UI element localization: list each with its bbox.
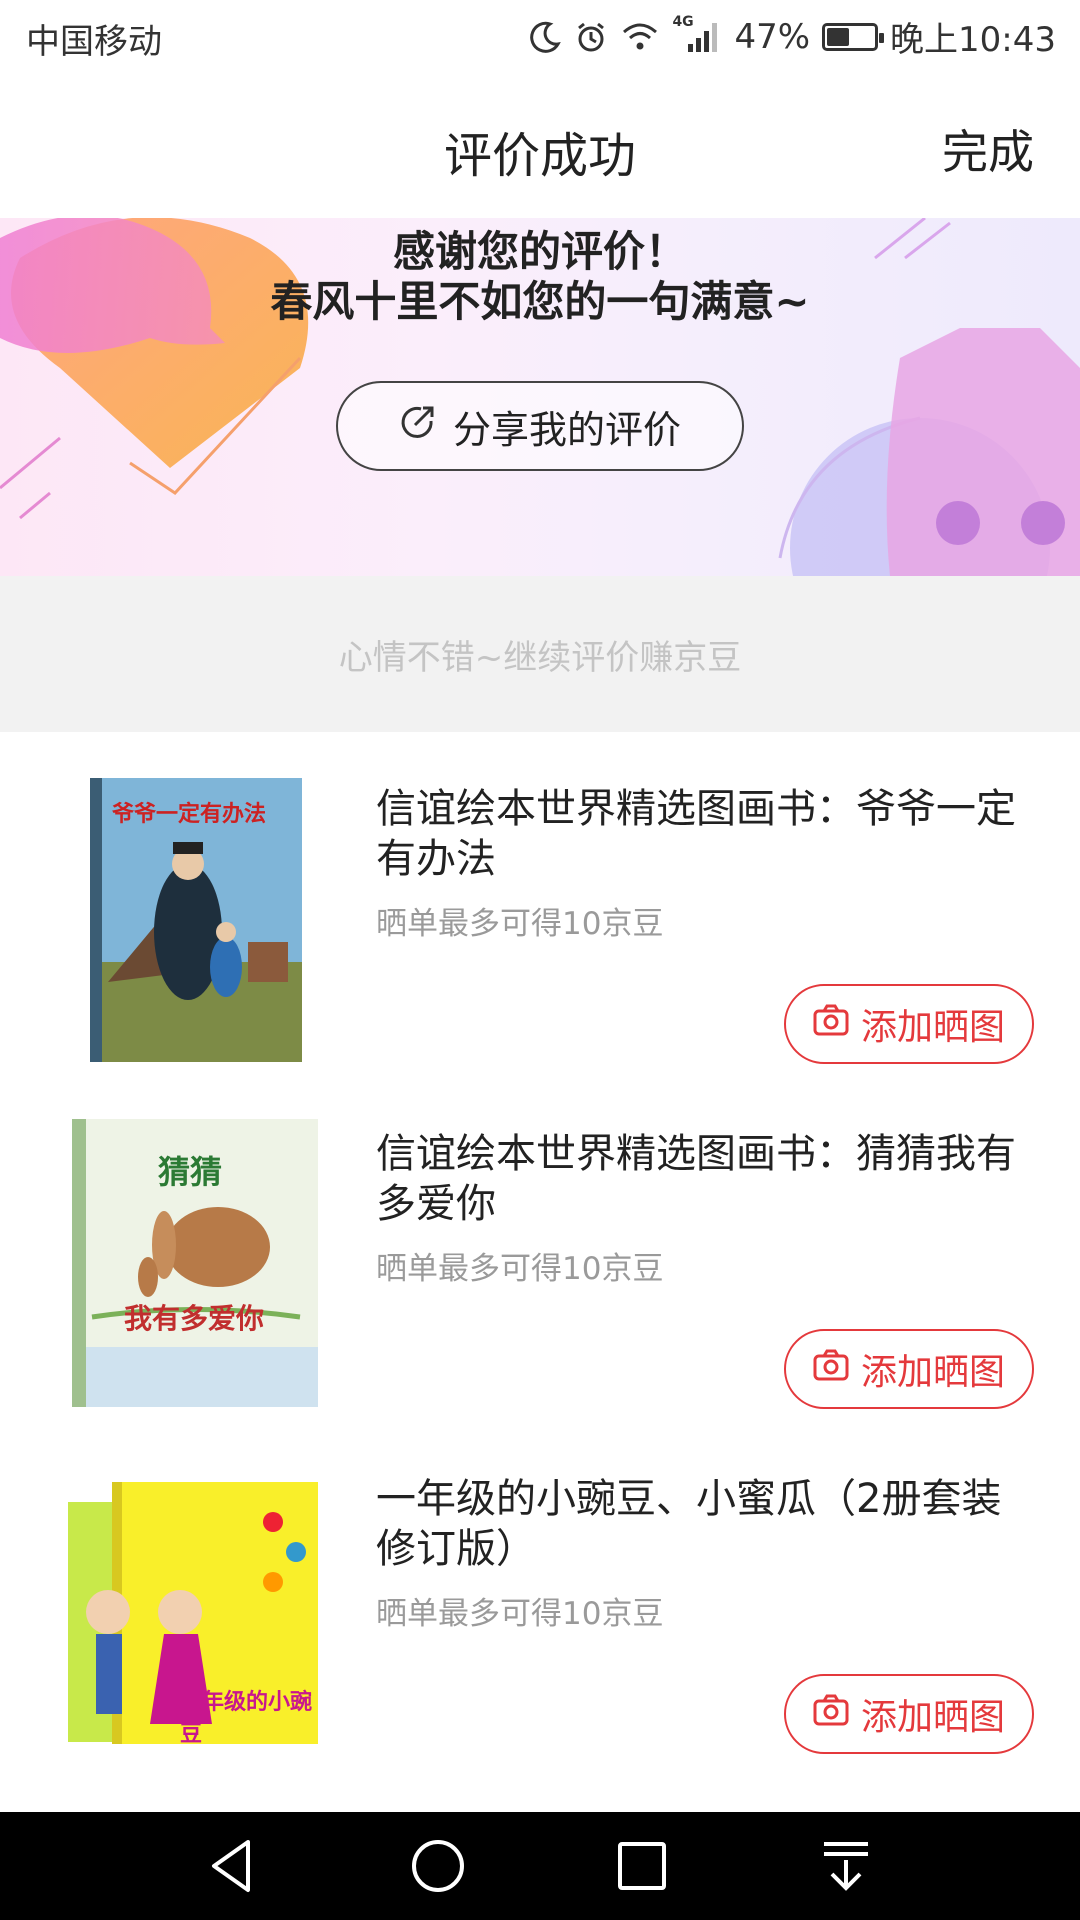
add-photo-button[interactable]: 添加晒图: [784, 1329, 1034, 1409]
add-photo-button[interactable]: 添加晒图: [784, 1674, 1034, 1754]
product-item: 爷爷一定有办法 信谊绘本世界精选图画书：爷爷一定有办法 晒单最多可得10京豆 添…: [0, 732, 1080, 1077]
product-item: 猜猜 我有多爱你 信谊绘本世界精选图画书：猜猜我有多爱你 晒单最多可得10京豆 …: [0, 1077, 1080, 1422]
battery-icon: [822, 22, 885, 51]
navigation-bar: 评价成功 完成: [0, 76, 1080, 218]
book-cover-title: 猜猜: [158, 1153, 223, 1191]
camera-icon: [813, 1004, 849, 1045]
status-bar: 中国移动 4G 47% 晚上10:43: [0, 0, 1080, 76]
reward-hint: 晒单最多可得10京豆: [376, 1596, 664, 1632]
battery-percent: 47%: [734, 16, 811, 57]
notification-pulldown-icon[interactable]: [814, 1834, 878, 1898]
alarm-icon: [574, 20, 608, 54]
book-cover-subtitle: 我有多爱你: [124, 1302, 265, 1335]
continue-review-prompt: 心情不错~继续评价赚京豆: [0, 576, 1080, 732]
carrier-name: 中国移动: [26, 22, 162, 62]
battery-fill: [827, 27, 850, 46]
book-cover-title: 爷爷一定有办法: [112, 802, 267, 827]
product-item: 一年级的小豌豆 一年级的小豌豆、小蜜瓜（2册套装 修订版） 晒单最多可得10京豆…: [0, 1422, 1080, 1767]
recent-apps-icon[interactable]: [610, 1834, 674, 1898]
system-navigation-bar: [0, 1812, 1080, 1920]
add-photo-button[interactable]: 添加晒图: [784, 984, 1034, 1064]
cellular-signal-icon: 4G: [672, 14, 722, 54]
add-photo-label: 添加晒图: [860, 1697, 1005, 1738]
clock: 晚上10:43: [890, 20, 1056, 60]
wifi-icon: [620, 20, 660, 54]
book-cover-title: 一年级的小豌豆: [180, 1690, 313, 1747]
share-review-button[interactable]: 分享我的评价: [336, 381, 744, 471]
product-title[interactable]: 信谊绘本世界精选图画书：猜猜我有多爱你: [376, 1129, 1036, 1229]
thanks-subheading: 春风十里不如您的一句满意~: [270, 277, 810, 326]
status-icons: 4G 47% 晚上10:43: [528, 12, 1056, 61]
camera-icon: [813, 1694, 849, 1735]
product-title[interactable]: 信谊绘本世界精选图画书：爷爷一定有办法: [376, 784, 1036, 884]
share-review-label: 分享我的评价: [452, 407, 681, 452]
home-icon[interactable]: [406, 1834, 470, 1898]
product-title[interactable]: 一年级的小豌豆、小蜜瓜（2册套装 修订版）: [376, 1474, 1036, 1574]
thanks-banner: 感谢您的评价！ 春风十里不如您的一句满意~ 分享我的评价: [0, 218, 1080, 576]
add-photo-label: 添加晒图: [860, 1007, 1005, 1048]
book-cover-image[interactable]: 一年级的小豌豆: [68, 1462, 318, 1752]
share-icon: [399, 403, 437, 450]
book-cover-image[interactable]: 猜猜 我有多爱你: [68, 1117, 318, 1407]
add-photo-label: 添加晒图: [860, 1352, 1005, 1393]
camera-icon: [813, 1349, 849, 1390]
reward-hint: 晒单最多可得10京豆: [376, 1251, 664, 1287]
book-cover-image[interactable]: 爷爷一定有办法: [68, 772, 318, 1064]
reward-hint: 晒单最多可得10京豆: [376, 906, 664, 942]
page-title: 评价成功: [443, 128, 636, 184]
done-button[interactable]: 完成: [942, 116, 1034, 182]
back-icon[interactable]: [202, 1834, 266, 1898]
moon-icon: [528, 20, 562, 54]
